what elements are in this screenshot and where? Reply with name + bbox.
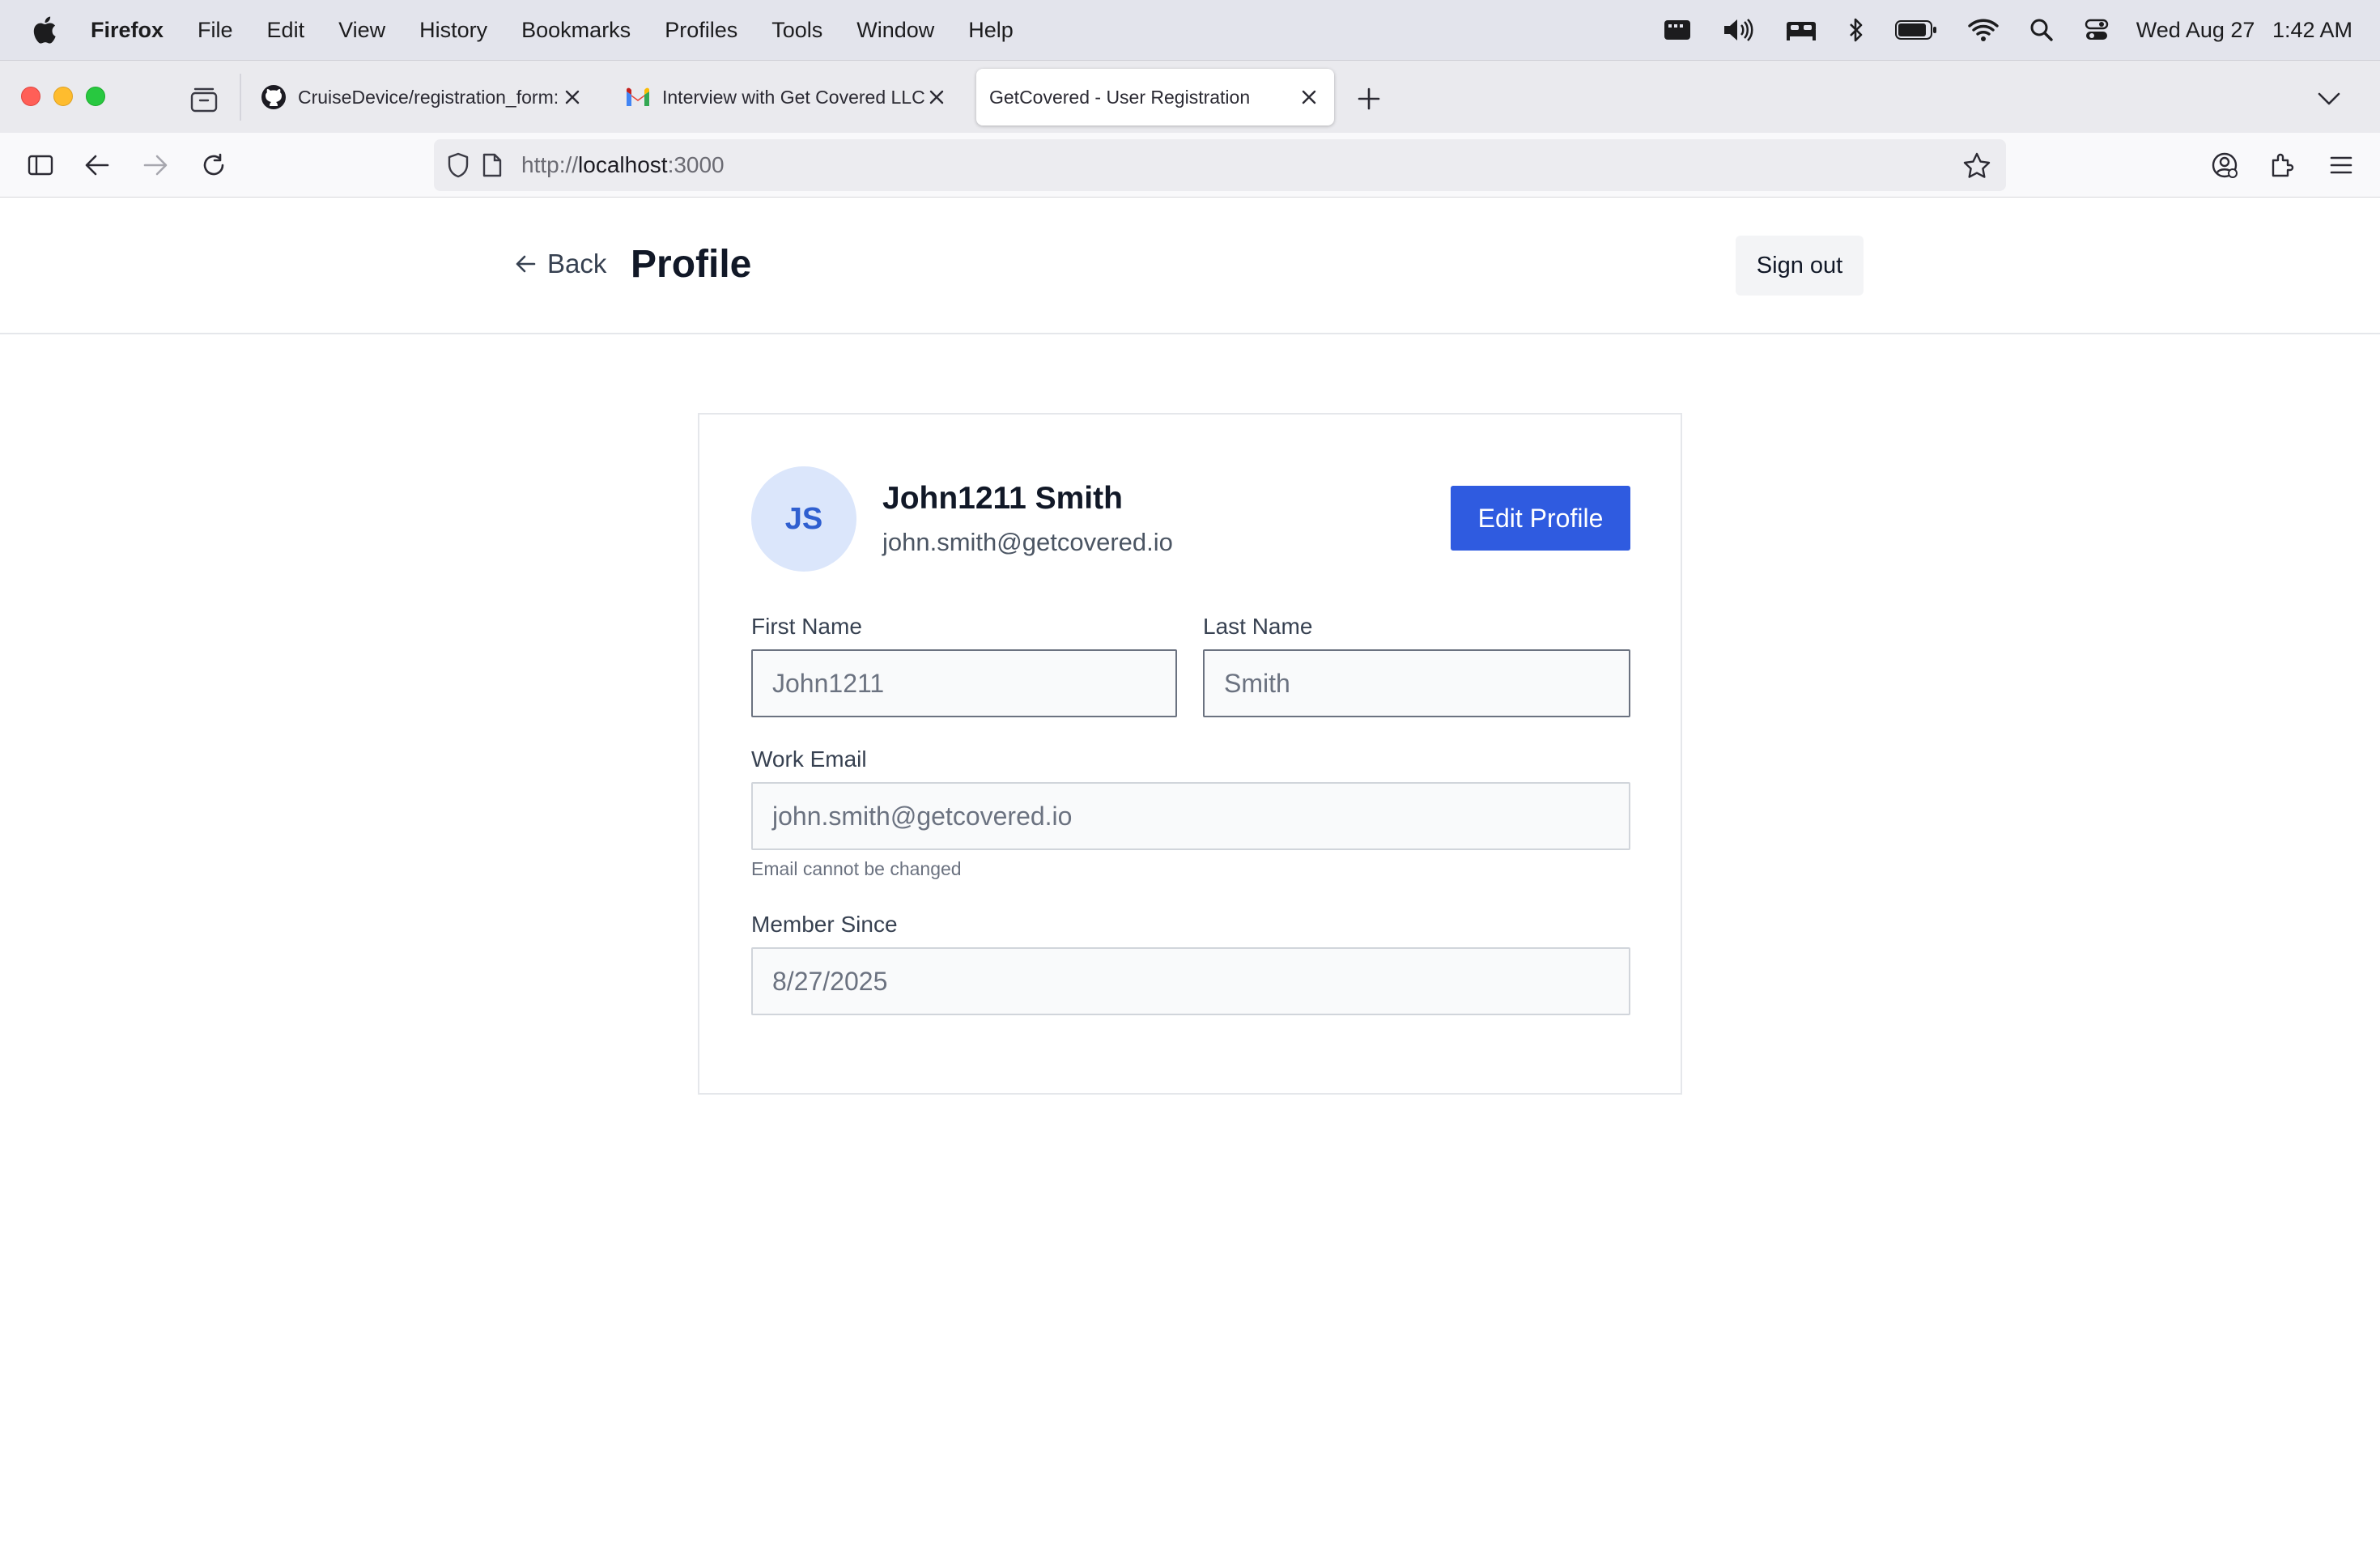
macos-menu-bar: Firefox File Edit View History Bookmarks… (0, 0, 2380, 60)
member-since-label: Member Since (751, 912, 898, 937)
url-port: :3000 (667, 152, 725, 177)
menubar-clock[interactable]: Wed Aug 27 1:42 AM (2136, 18, 2352, 43)
first-name-field[interactable]: John1211 (751, 649, 1177, 717)
back-arrow-icon[interactable] (79, 147, 115, 183)
member-since-field: 8/27/2025 (751, 947, 1630, 1015)
last-name-label: Last Name (1203, 614, 1313, 639)
menu-tools[interactable]: Tools (771, 18, 822, 43)
sidebar-toggle-icon[interactable] (23, 147, 58, 183)
url-scheme: http:// (521, 152, 579, 177)
edit-profile-button[interactable]: Edit Profile (1451, 486, 1630, 551)
page-document-icon[interactable] (478, 151, 507, 180)
work-email-field: john.smith@getcovered.io (751, 782, 1630, 850)
arrow-left-icon (515, 253, 538, 275)
menu-file[interactable]: File (198, 18, 233, 43)
display-icon[interactable] (1664, 19, 1691, 41)
avatar: JS (751, 466, 856, 572)
control-center-icon[interactable] (2085, 18, 2109, 42)
close-tab-icon[interactable] (925, 85, 950, 109)
profile-email: john.smith@getcovered.io (882, 528, 1173, 556)
browser-nav-bar: http://localhost:3000 (0, 133, 2380, 198)
battery-icon[interactable] (1894, 19, 1937, 40)
tab-title: Interview with Get Covered LLC (662, 86, 925, 108)
wifi-icon[interactable] (1968, 18, 1999, 42)
menu-view[interactable]: View (338, 18, 385, 43)
clock-time: 1:42 AM (2272, 17, 2352, 42)
apple-logo-icon[interactable] (31, 14, 63, 46)
bed-icon[interactable] (1785, 19, 1817, 41)
reload-icon[interactable] (196, 147, 232, 183)
profile-full-name: John1211 Smith (882, 481, 1123, 516)
window-minimize-button[interactable] (53, 87, 73, 106)
tab-overview-icon[interactable] (188, 83, 220, 116)
sign-out-button[interactable]: Sign out (1736, 236, 1864, 296)
browser-tab-getcovered[interactable]: GetCovered - User Registration (976, 69, 1334, 125)
page-header: Back Profile Sign out (0, 198, 2380, 334)
menu-history[interactable]: History (419, 18, 487, 43)
work-email-label: Work Email (751, 746, 867, 772)
github-icon (261, 84, 287, 110)
menu-edit[interactable]: Edit (267, 18, 305, 43)
new-tab-plus-icon[interactable] (1352, 82, 1386, 116)
menu-app-firefox[interactable]: Firefox (91, 18, 164, 43)
tab-title: CruiseDevice/registration_form: (298, 86, 559, 108)
back-label: Back (547, 249, 607, 279)
browser-tab-github[interactable]: CruiseDevice/registration_form: (248, 69, 597, 125)
menu-bookmarks[interactable]: Bookmarks (521, 18, 631, 43)
volume-icon[interactable] (1722, 18, 1754, 42)
clock-day: Wed Aug 27 (2136, 17, 2255, 42)
close-tab-icon[interactable] (1297, 85, 1321, 109)
window-controls (21, 87, 118, 106)
menu-help[interactable]: Help (968, 18, 1014, 43)
url-bar[interactable]: http://localhost:3000 (434, 139, 2006, 191)
browser-tab-bar: CruiseDevice/registration_form: Intervie… (0, 60, 2380, 133)
window-zoom-button[interactable] (86, 87, 105, 106)
bluetooth-icon[interactable] (1848, 17, 1864, 43)
tracking-protection-shield-icon[interactable] (444, 151, 473, 180)
first-name-label: First Name (751, 614, 862, 639)
close-tab-icon[interactable] (561, 85, 585, 109)
bookmark-star-icon[interactable] (1961, 149, 1993, 181)
profile-card: JS John1211 Smith john.smith@getcovered.… (698, 413, 1682, 1095)
menu-window[interactable]: Window (856, 18, 934, 43)
gmail-icon (625, 84, 651, 110)
page-title: Profile (631, 243, 752, 286)
spotlight-search-icon[interactable] (2029, 18, 2054, 42)
url-host: localhost (578, 152, 668, 177)
browser-tab-gmail[interactable]: Interview with Get Covered LLC (612, 69, 962, 125)
work-email-hint: Email cannot be changed (751, 858, 962, 879)
back-link[interactable]: Back (515, 249, 606, 279)
app-menu-hamburger-icon[interactable] (2323, 147, 2359, 183)
url-text[interactable]: http://localhost:3000 (521, 152, 725, 178)
last-name-field[interactable]: Smith (1203, 649, 1630, 717)
account-icon[interactable] (2207, 147, 2242, 183)
tab-separator (240, 74, 241, 121)
list-all-tabs-chevron-down-icon[interactable] (2312, 82, 2346, 116)
menubar-status-area: Wed Aug 27 1:42 AM (1633, 0, 2352, 60)
menu-profiles[interactable]: Profiles (665, 18, 737, 43)
extensions-puzzle-icon[interactable] (2265, 147, 2301, 183)
tab-title: GetCovered - User Registration (989, 86, 1251, 108)
window-close-button[interactable] (21, 87, 40, 106)
forward-arrow-icon (138, 147, 173, 183)
